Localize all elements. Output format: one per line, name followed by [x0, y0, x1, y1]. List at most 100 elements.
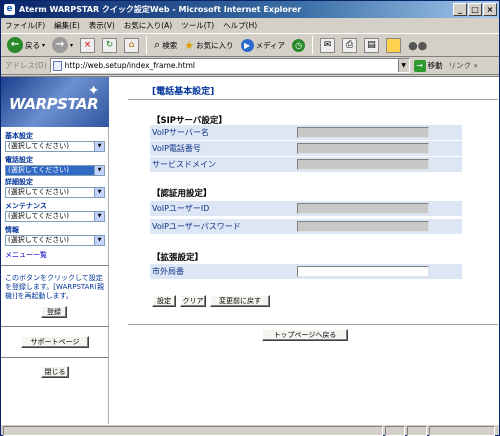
menu-bar: ファイル(F) 編集(E) 表示(V) お気に入り(A) ツール(T) ヘルプ(… — [1, 18, 499, 33]
register-button[interactable]: 登録 — [41, 306, 67, 318]
home-icon: ⌂ — [124, 37, 140, 53]
ie-icon: e — [4, 4, 15, 15]
chevron-down-icon[interactable]: ▼ — [397, 59, 409, 72]
messenger-icon: ●● — [408, 38, 428, 52]
menu-favorites[interactable]: お気に入り(A) — [124, 20, 172, 31]
media-icon: ▶ — [240, 38, 254, 52]
chevron-down-icon: ▼ — [94, 142, 104, 151]
history-button[interactable]: ◷ — [290, 35, 307, 55]
set-button[interactable]: 設定 — [152, 295, 176, 307]
minimize-button[interactable]: _ — [453, 3, 467, 16]
search-icon: ⌕ — [154, 38, 161, 51]
back-arrow-icon: ← — [7, 37, 23, 53]
divider — [1, 265, 109, 266]
clear-button[interactable]: クリア — [180, 295, 206, 307]
voip-server-field[interactable] — [297, 127, 429, 138]
chevron-down-icon: ▾ — [42, 41, 46, 49]
menu-file[interactable]: ファイル(F) — [5, 20, 45, 31]
form-row: VoIPサーバー名 — [150, 125, 462, 140]
chevron-down-icon: ▾ — [70, 41, 74, 49]
support-page-button[interactable]: サポートページ — [21, 336, 89, 348]
divider — [128, 324, 498, 325]
nav-basic: 基本設定 (選択してください) ▼ — [5, 131, 105, 152]
nav-select-basic[interactable]: (選択してください) ▼ — [5, 141, 105, 152]
address-bar: アドレス(D) http://web.setup/index_frame.htm… — [1, 57, 499, 75]
window-title: Aterm WARPSTAR クイック設定Web - Microsoft Int… — [19, 5, 302, 14]
refresh-button[interactable]: ↻ — [100, 35, 119, 55]
register-note: このボタンをクリックして設定を登録します。[WARPSTAR(親機)]を再起動し… — [5, 274, 105, 300]
chevron-down-icon: ▼ — [94, 236, 104, 245]
warpstar-logo: WARPSTAR ✦ — [1, 77, 109, 127]
nav-info: 情報 (選択してください) ▼ — [5, 225, 105, 246]
mail-button[interactable]: ✉ — [318, 35, 337, 55]
forward-button[interactable]: → ▾ — [50, 35, 75, 55]
divider — [1, 357, 109, 358]
divider — [128, 99, 498, 100]
nav-phone: 電話設定 (選択してください) ▼ — [5, 155, 105, 176]
service-domain-field[interactable] — [297, 159, 429, 170]
browser-window: e Aterm WARPSTAR クイック設定Web - Microsoft I… — [0, 0, 500, 436]
toolbar: ← 戻る ▾ → ▾ × ↻ ⌂ ⌕ 検索 ★ お気に入り ▶ メディア ◷ ✉… — [1, 33, 499, 57]
form-row: VoIPユーザーID — [150, 201, 462, 216]
home-button[interactable]: ⌂ — [122, 35, 141, 55]
close-button[interactable]: 閉じる — [41, 366, 69, 378]
star-icon: ★ — [184, 38, 195, 52]
page-icon — [52, 60, 62, 71]
menu-list-link[interactable]: メニュー一覧 — [5, 250, 47, 260]
divider — [1, 326, 109, 327]
menu-help[interactable]: ヘルプ(H) — [223, 20, 257, 31]
form-row: VoIP電話番号 — [150, 141, 462, 156]
nav-maintenance: メンテナンス (選択してください) ▼ — [5, 201, 105, 222]
forward-arrow-icon: → — [52, 37, 69, 53]
print-icon: ⎙ — [342, 37, 358, 53]
nav-select-detail[interactable]: (選択してください) ▼ — [5, 187, 105, 198]
area-code-field[interactable] — [297, 266, 429, 277]
edit-icon: ▤ — [364, 37, 380, 53]
close-window-button[interactable]: × — [483, 3, 497, 16]
main-panel: [電話基本設定] 【SIPサーバ設定】 VoIPサーバー名 VoIP電話番号 サ… — [110, 77, 499, 425]
print-button[interactable]: ⎙ — [340, 35, 359, 55]
search-button[interactable]: ⌕ 検索 — [152, 35, 179, 55]
chevron-down-icon: ▼ — [94, 188, 104, 197]
title-bar: e Aterm WARPSTAR クイック設定Web - Microsoft I… — [1, 1, 499, 18]
page-title: [電話基本設定] — [152, 87, 215, 97]
nav-select-maintenance[interactable]: (選択してください) ▼ — [5, 211, 105, 222]
nav-detail: 詳細設定 (選択してください) ▼ — [5, 177, 105, 198]
favorites-button[interactable]: ★ お気に入り — [182, 35, 235, 55]
stop-button[interactable]: × — [78, 35, 97, 55]
back-button[interactable]: ← 戻る ▾ — [5, 35, 47, 55]
nav-select-info[interactable]: (選択してください) ▼ — [5, 235, 105, 246]
menu-view[interactable]: 表示(V) — [89, 20, 115, 31]
star-icon: ✦ — [87, 83, 100, 99]
voip-password-field[interactable] — [297, 221, 429, 232]
stop-icon: × — [80, 37, 96, 53]
top-page-button[interactable]: トップページへ戻る — [262, 329, 348, 341]
voip-user-id-field[interactable] — [297, 203, 429, 214]
address-input[interactable]: http://web.setup/index_frame.html ▼ — [49, 58, 410, 73]
form-row: サービスドメイン — [150, 157, 462, 172]
go-button[interactable]: → 移動 — [413, 59, 443, 72]
page-content: WARPSTAR ✦ 基本設定 (選択してください) ▼ 電話設定 (選択してくだ… — [1, 76, 499, 425]
chevron-down-icon: ▼ — [94, 166, 104, 175]
media-button[interactable]: ▶ メディア — [239, 35, 287, 55]
form-row: 市外局番 — [150, 264, 462, 279]
maximize-button[interactable]: □ — [468, 3, 482, 16]
status-bar — [1, 424, 499, 436]
menu-edit[interactable]: 編集(E) — [54, 20, 80, 31]
refresh-icon: ↻ — [102, 37, 118, 53]
edit-button[interactable]: ▤ — [362, 35, 381, 55]
messenger-button[interactable]: ●● — [406, 35, 429, 55]
address-url: http://web.setup/index_frame.html — [64, 61, 195, 70]
auth-section-header: 【認証用設定】 — [152, 189, 212, 199]
discuss-button[interactable] — [384, 35, 403, 55]
voip-number-field[interactable] — [297, 143, 429, 154]
revert-button[interactable]: 変更前に戻す — [210, 295, 270, 307]
links-button[interactable]: リンク » — [449, 60, 478, 71]
go-arrow-icon: → — [413, 59, 426, 72]
nav-select-phone[interactable]: (選択してください) ▼ — [5, 165, 105, 176]
history-icon: ◷ — [292, 38, 306, 52]
address-label: アドレス(D) — [5, 61, 47, 70]
menu-tools[interactable]: ツール(T) — [181, 20, 214, 31]
form-row: VoIPユーザーパスワード — [150, 219, 462, 234]
mail-icon: ✉ — [320, 37, 336, 53]
